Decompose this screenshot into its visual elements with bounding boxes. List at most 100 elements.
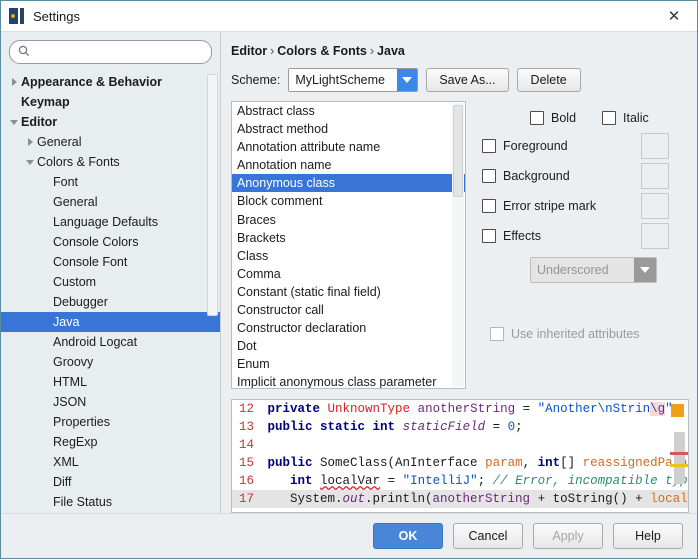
sidebar-item-custom[interactable]: Custom (1, 272, 220, 292)
bold-checkbox[interactable]: Bold (530, 111, 576, 125)
color-list-scrollbar[interactable] (452, 103, 464, 387)
list-item[interactable]: Braces (232, 211, 465, 229)
checkbox-box[interactable] (482, 139, 496, 153)
list-item[interactable]: Dot (232, 337, 465, 355)
line-number: 17 (238, 492, 254, 506)
sidebar-item-properties[interactable]: Properties (1, 412, 220, 432)
code-preview-lines[interactable]: 12 private UnknownType anotherString = "… (232, 400, 688, 508)
inherit-row: Use inherited attributes (482, 283, 689, 341)
code-token: param (485, 456, 523, 470)
list-item[interactable]: Annotation name (232, 156, 465, 174)
error-stripe-marker[interactable] (671, 404, 684, 417)
code-preview-scrollbar[interactable] (670, 422, 688, 510)
checkbox-box[interactable] (482, 169, 496, 183)
save-as-button[interactable]: Save As... (426, 68, 509, 92)
sidebar-item-debugger[interactable]: Debugger (1, 292, 220, 312)
sidebar-item-language-defaults[interactable]: Language Defaults (1, 212, 220, 232)
list-item[interactable]: Constructor call (232, 301, 465, 319)
sidebar-item-java[interactable]: Java (1, 312, 220, 332)
sidebar-item-android-logcat[interactable]: Android Logcat (1, 332, 220, 352)
list-item[interactable]: Constant (static final field) (232, 283, 465, 301)
chevron-down-icon[interactable] (23, 159, 37, 165)
foreground-checkbox[interactable]: Foreground (482, 131, 568, 161)
delete-button[interactable]: Delete (516, 68, 581, 92)
sidebar-item-console-font[interactable]: Console Font (1, 252, 220, 272)
error-marker[interactable] (670, 452, 688, 455)
sidebar-item-file-status[interactable]: File Status (1, 492, 220, 512)
background-checkbox[interactable]: Background (482, 161, 570, 191)
list-item[interactable]: Abstract method (232, 120, 465, 138)
sidebar-item-diff[interactable]: Diff (1, 472, 220, 492)
checkbox-box[interactable] (530, 111, 544, 125)
color-swatch[interactable] (641, 163, 669, 189)
chevron-right-icon[interactable] (7, 78, 21, 86)
sidebar-item-groovy[interactable]: Groovy (1, 352, 220, 372)
color-swatch[interactable] (641, 193, 669, 219)
sidebar-item-regexp[interactable]: RegExp (1, 432, 220, 452)
sidebar-item-appearance-behavior[interactable]: Appearance & Behavior (1, 72, 220, 92)
code-token: private (267, 402, 321, 416)
sidebar-item-general[interactable]: General (1, 132, 220, 152)
list-item[interactable]: Comma (232, 265, 465, 283)
ok-button[interactable]: OK (373, 523, 443, 549)
code-line: 12 private UnknownType anotherString = "… (232, 400, 688, 418)
sidebar-item-label: Properties (53, 415, 110, 429)
breadcrumb: Editor › Colors & Fonts › Java (231, 32, 689, 68)
scheme-combobox[interactable]: MyLightScheme (288, 68, 419, 92)
sidebar-item-json[interactable]: JSON (1, 392, 220, 412)
color-swatch[interactable] (641, 223, 669, 249)
sidebar-item-keymap[interactable]: Keymap (1, 92, 220, 112)
color-element-list[interactable]: Abstract class Abstract method Annotation … (231, 101, 466, 389)
sidebar-item-font[interactable]: Font (1, 172, 220, 192)
list-item[interactable]: Constructor declaration (232, 319, 465, 337)
sidebar-item-label: RegExp (53, 435, 98, 449)
chevron-down-icon[interactable] (634, 258, 656, 282)
italic-checkbox[interactable]: Italic (602, 111, 649, 125)
color-element-list-items[interactable]: Abstract class Abstract method Annotation … (232, 102, 465, 388)
scrollbar-thumb[interactable] (453, 105, 463, 197)
chevron-down-icon[interactable] (397, 69, 418, 91)
sidebar-item-general[interactable]: General (1, 192, 220, 212)
search-input[interactable] (34, 44, 203, 60)
error-stripe-mark-checkbox[interactable]: Error stripe mark (482, 191, 596, 221)
sidebar-item-label: Colors & Fonts (37, 155, 120, 169)
chevron-right-icon[interactable] (23, 138, 37, 146)
help-button[interactable]: Help (613, 523, 683, 549)
checkbox-box[interactable] (482, 199, 496, 213)
list-item[interactable]: Anonymous class (232, 174, 465, 193)
list-item[interactable]: Annotation attribute name (232, 138, 465, 156)
list-item[interactable]: Abstract class (232, 102, 465, 120)
sidebar-item-colors-fonts[interactable]: Colors & Fonts (1, 152, 220, 172)
cancel-button[interactable]: Cancel (453, 523, 523, 549)
list-item[interactable]: Enum (232, 355, 465, 373)
warning-marker[interactable] (670, 464, 688, 467)
code-token: = (515, 402, 538, 416)
scrollbar-thumb[interactable] (674, 432, 685, 484)
effect-type-combobox[interactable]: Underscored (530, 257, 657, 283)
list-item[interactable]: Brackets (232, 229, 465, 247)
list-item[interactable]: Class (232, 247, 465, 265)
code-line-content: public SomeClass(AnInterface param, int[… (260, 454, 688, 472)
effects-checkbox[interactable]: Effects (482, 221, 541, 251)
color-swatch[interactable] (641, 133, 669, 159)
settings-tree[interactable]: Appearance & Behavior Keymap Editor General… (1, 70, 220, 513)
list-item[interactable]: Implicit anonymous class parameter (232, 373, 465, 388)
sidebar-item-console-colors[interactable]: Console Colors (1, 232, 220, 252)
list-item[interactable]: Block comment (232, 192, 465, 210)
checkbox-box[interactable] (602, 111, 617, 125)
sidebar-item-editor[interactable]: Editor (1, 112, 220, 132)
checkbox-box[interactable] (482, 229, 496, 243)
breadcrumb-part: Editor (231, 44, 268, 58)
code-token: = (380, 474, 403, 488)
search-box[interactable] (9, 40, 212, 64)
sidebar-item-label: XML (53, 455, 79, 469)
chevron-down-icon[interactable] (7, 119, 21, 125)
close-icon[interactable]: ✕ (651, 1, 697, 31)
sidebar-item-xml[interactable]: XML (1, 452, 220, 472)
sidebar-scrollbar[interactable] (207, 74, 218, 316)
code-preview[interactable]: 12 private UnknownType anotherString = "… (231, 399, 689, 513)
sidebar-item-label: Console Colors (53, 235, 139, 249)
code-token: public static int (267, 420, 396, 434)
sidebar-item-html[interactable]: HTML (1, 372, 220, 392)
